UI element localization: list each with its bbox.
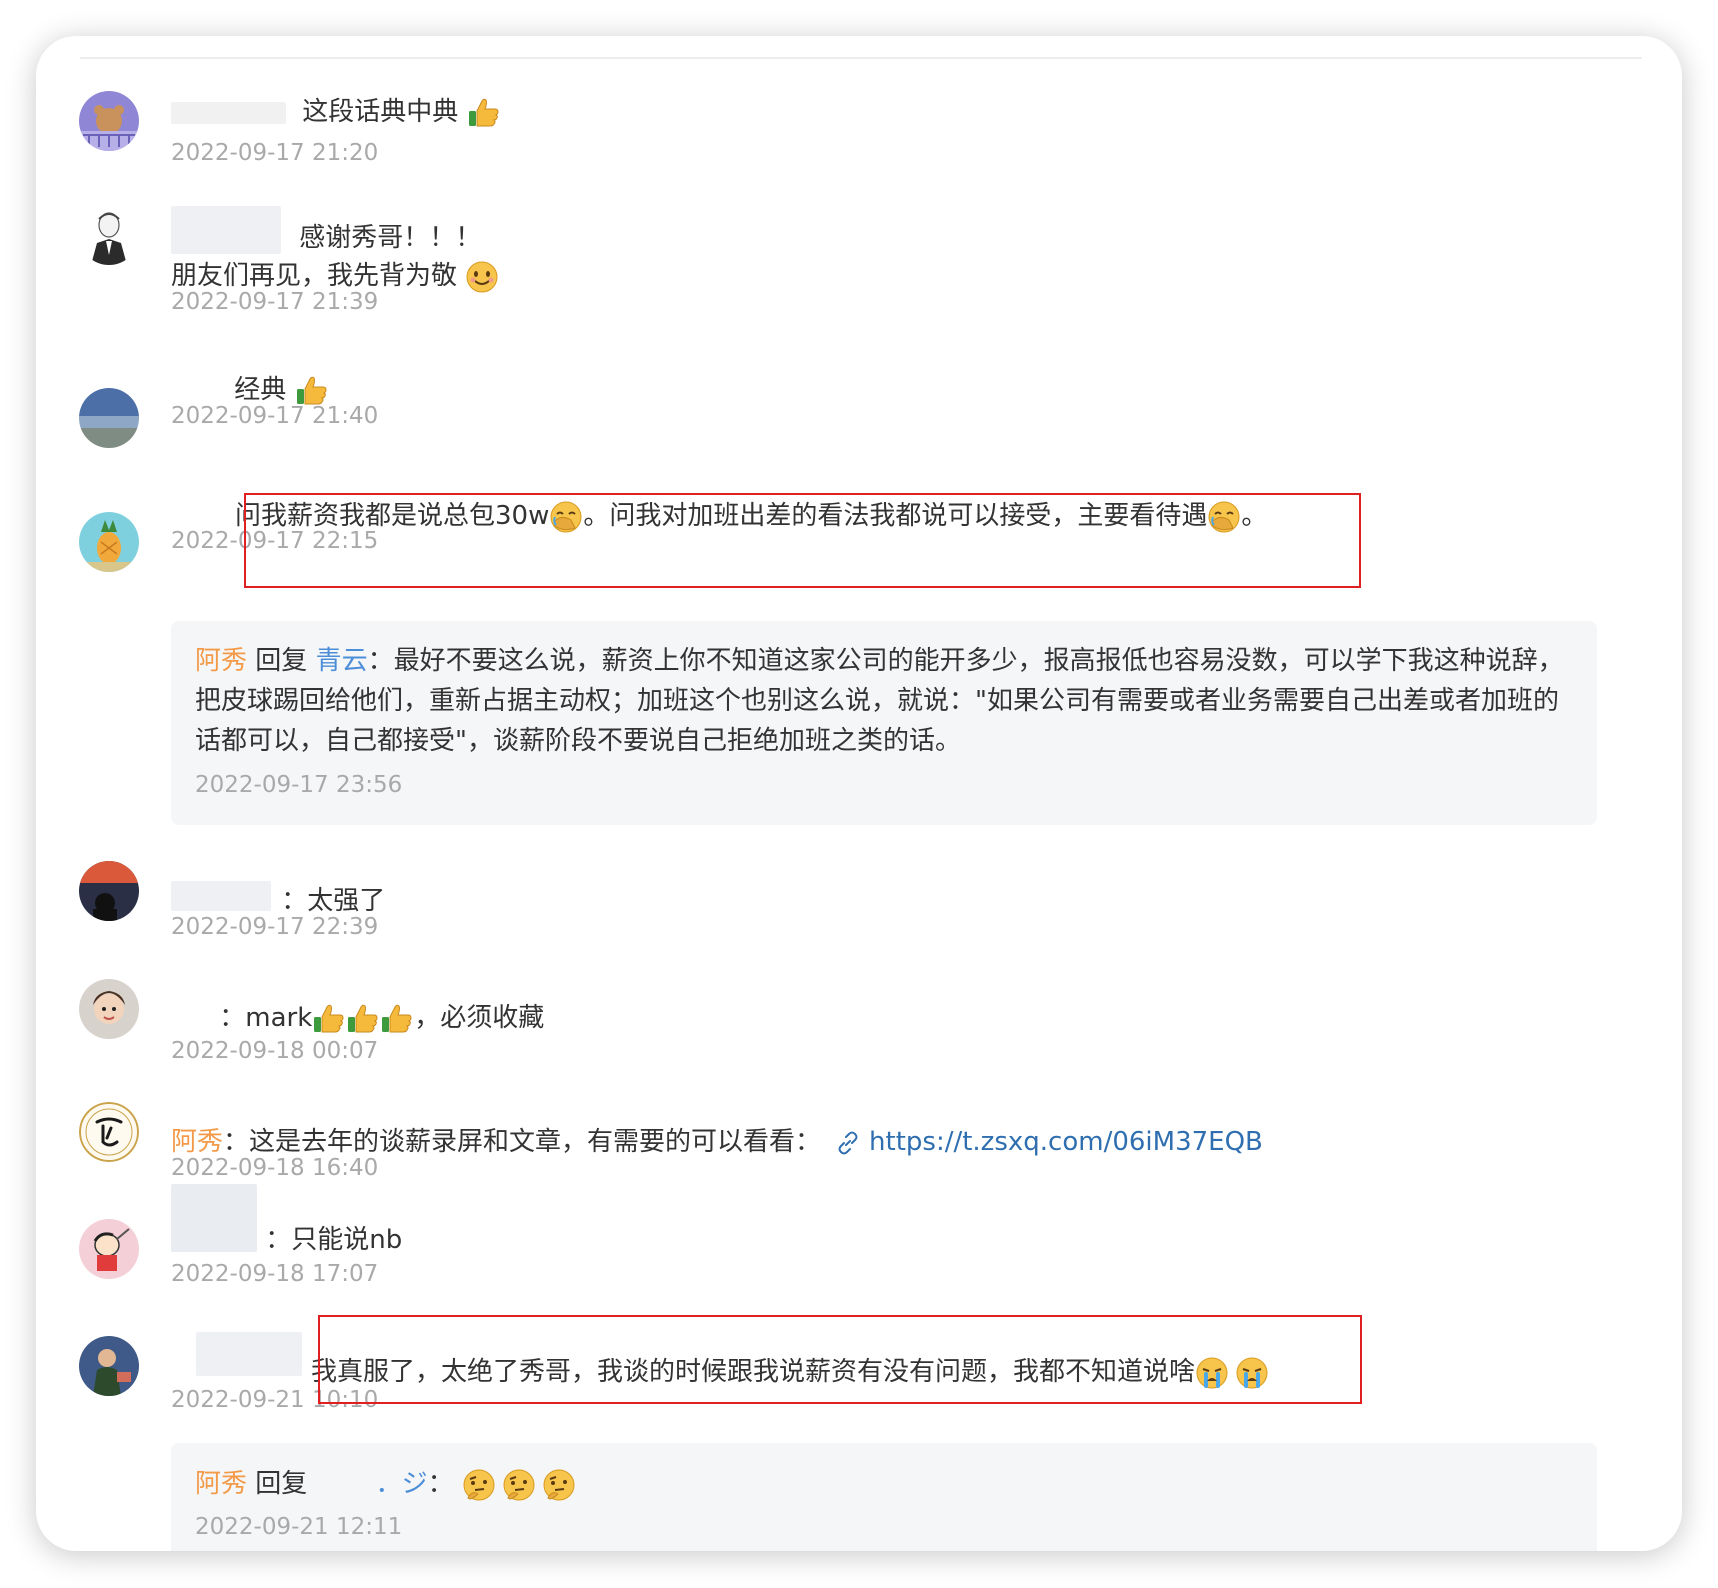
- blurred-username: [171, 205, 281, 254]
- person-photo-avatar[interactable]: [79, 1336, 139, 1396]
- comment-text: 这段话典中典: [171, 94, 501, 130]
- thumbs-up-icon: [346, 1002, 380, 1036]
- comment-text: 感谢秀哥！！！: [171, 205, 481, 256]
- smiling-face-icon: [465, 260, 499, 294]
- reply-block: 阿秀 回复 青云：最好不要这么说，薪资上你不知道这家公司的能开多少，报高报低也容…: [171, 621, 1597, 825]
- cartoon-boy-avatar[interactable]: [79, 1219, 139, 1279]
- blurred-username: [171, 101, 286, 124]
- reply-author[interactable]: 阿秀: [195, 1469, 247, 1499]
- red-highlight-box: [318, 1315, 1362, 1404]
- sketch-man-avatar[interactable]: [79, 205, 139, 265]
- reply-text: 阿秀 回复 ．ジ：: [195, 1464, 1575, 1504]
- link-icon: [835, 1130, 861, 1156]
- comment-timestamp: 2022-09-18 16:40: [171, 1155, 379, 1181]
- thumbs-up-icon: [312, 1002, 346, 1036]
- comment-text: ：只能说nb: [171, 1183, 402, 1258]
- blurred-username: [171, 880, 271, 911]
- blurred-username: [171, 380, 226, 401]
- sea-landscape-avatar[interactable]: [79, 388, 139, 448]
- child-photo-avatar[interactable]: [79, 979, 139, 1039]
- top-divider: [80, 57, 1642, 59]
- comment-timestamp: 2022-09-18 17:07: [171, 1261, 379, 1287]
- thinking-face-icon: [542, 1468, 576, 1502]
- blurred-username: [196, 1332, 302, 1376]
- thumbs-up-icon: [467, 96, 501, 130]
- reply-target[interactable]: ．ジ: [376, 1469, 428, 1499]
- reply-verb: 回复: [255, 1469, 308, 1499]
- bear-cartoon-avatar[interactable]: [79, 91, 139, 151]
- reply-target[interactable]: 青云: [316, 646, 368, 676]
- comment-link[interactable]: https://t.zsxq.com/06iM37EQB: [869, 1127, 1263, 1157]
- blurred-username: [171, 1183, 257, 1252]
- reply-timestamp: 2022-09-17 23:56: [195, 772, 403, 798]
- sunset-silhouette-avatar[interactable]: [79, 861, 139, 921]
- comment-timestamp: 2022-09-17 21:40: [171, 403, 379, 429]
- reply-block: 阿秀 回复 ．ジ： 2022-09-21 12:11: [171, 1443, 1597, 1551]
- comment-timestamp: 2022-09-17 22:39: [171, 914, 379, 940]
- comment-panel: 这段话典中典 2022-09-17 21:20 感谢秀哥！！！ 朋友们再见，我先…: [36, 36, 1682, 1551]
- red-highlight-box: [244, 493, 1361, 588]
- comment-timestamp: 2022-09-17 21:39: [171, 289, 379, 315]
- reply-author[interactable]: 阿秀: [195, 646, 247, 676]
- blurred-username: [315, 1474, 376, 1495]
- reply-timestamp: 2022-09-21 12:11: [195, 1514, 403, 1540]
- thinking-face-icon: [462, 1468, 496, 1502]
- blurred-username: [171, 1006, 211, 1031]
- reply-text: 阿秀 回复 青云：最好不要这么说，薪资上你不知道这家公司的能开多少，报高报低也容…: [195, 646, 1564, 756]
- calligraphy-logo-avatar[interactable]: [79, 1102, 139, 1162]
- comment-timestamp: 2022-09-18 00:07: [171, 1038, 379, 1064]
- comment-timestamp: 2022-09-17 21:20: [171, 140, 379, 166]
- reply-verb: 回复: [255, 646, 308, 676]
- thumbs-up-icon: [380, 1002, 414, 1036]
- comment-text: ：mark ，必须收藏: [171, 1000, 544, 1036]
- pineapple-house-avatar[interactable]: [79, 512, 139, 572]
- thinking-face-icon: [502, 1468, 536, 1502]
